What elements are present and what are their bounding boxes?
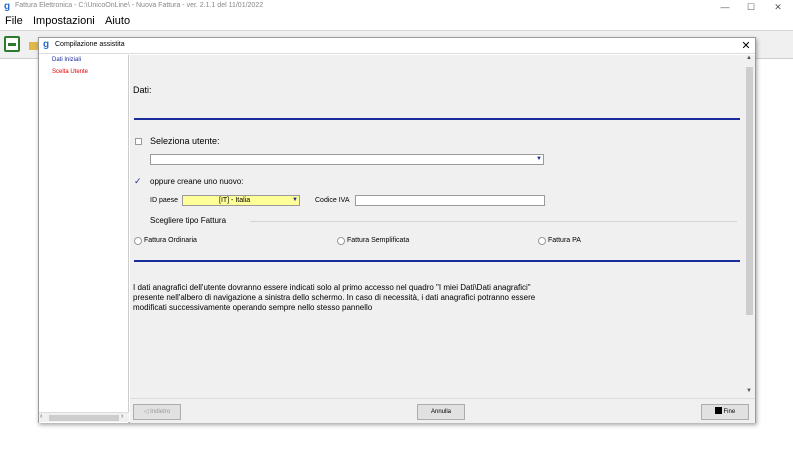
chevron-down-icon[interactable]: ▼ — [292, 197, 298, 203]
dialog-logo-icon: g — [43, 39, 50, 50]
menubar: File Impostazioni Aiuto — [0, 14, 793, 31]
menu-impostazioni[interactable]: Impostazioni — [33, 15, 95, 27]
assisted-compilation-dialog: g Compilazione assistita ✕ Dati Iniziali… — [38, 37, 756, 423]
new-document-icon[interactable] — [4, 36, 20, 52]
radio-fattura-pa[interactable] — [538, 237, 546, 245]
radio-fattura-ordinaria[interactable] — [134, 237, 142, 245]
info-text: I dati anagrafici dell'utente dovranno e… — [133, 283, 739, 313]
user-combo[interactable]: ▼ — [150, 154, 544, 165]
nav-horizontal-scrollbar[interactable]: ‹ › — [39, 412, 129, 422]
info-divider — [134, 260, 740, 262]
wizard-footer: ◁ Indietro Annulla Fine — [130, 398, 755, 423]
back-label: Indietro — [150, 409, 171, 415]
section-divider — [134, 118, 740, 120]
scroll-left-icon[interactable]: ‹ — [40, 413, 42, 420]
info-line: I dati anagrafici dell'utente dovranno e… — [133, 283, 531, 292]
window-titlebar: g Fattura Elettronica - C:\UnicoOnLine\ … — [0, 0, 793, 14]
id-paese-label: ID paese — [150, 197, 179, 204]
radio-fattura-semplificata-label[interactable]: Fattura Semplificata — [347, 237, 409, 244]
dialog-close-button[interactable]: ✕ — [739, 38, 753, 54]
wizard-content: Dati: Seleziona utente: ▼ ✓ oppure crean… — [130, 55, 755, 398]
codice-iva-label: Codice IVA — [315, 197, 350, 204]
create-new-label: oppure creane uno nuovo: — [150, 177, 244, 186]
tipo-fattura-divider — [250, 221, 737, 222]
menu-file[interactable]: File — [5, 15, 23, 27]
nav-item-scelta-utente[interactable]: Scelta Utente — [52, 69, 88, 75]
scroll-down-icon[interactable]: ▼ — [746, 388, 752, 394]
id-paese-combo[interactable]: [IT] - Italia ▼ — [182, 195, 300, 206]
content-vertical-scrollbar[interactable]: ▲ ▼ — [744, 55, 755, 398]
dialog-titlebar: g Compilazione assistita ✕ — [39, 38, 755, 54]
minimize-button[interactable]: — — [714, 0, 736, 14]
scroll-up-icon[interactable]: ▲ — [746, 55, 752, 61]
back-button[interactable]: ◁ Indietro — [133, 404, 181, 420]
content-scroll-thumb[interactable] — [746, 67, 753, 315]
radio-fattura-pa-label[interactable]: Fattura PA — [548, 237, 581, 244]
chevron-down-icon[interactable]: ▼ — [536, 156, 542, 162]
wizard-nav: Dati Iniziali Scelta Utente ‹ › — [39, 55, 129, 423]
id-paese-value: [IT] - Italia — [219, 197, 251, 204]
finish-label: Fine — [723, 409, 736, 415]
nav-scroll-thumb[interactable] — [49, 415, 119, 421]
app-logo-icon: g — [4, 1, 11, 12]
cancel-button[interactable]: Annulla — [417, 404, 465, 420]
select-user-checkbox[interactable] — [135, 138, 142, 145]
section-title: Dati: — [133, 85, 152, 95]
scroll-right-icon[interactable]: › — [121, 413, 123, 420]
window-title: Fattura Elettronica - C:\UnicoOnLine\ - … — [15, 2, 264, 9]
menu-aiuto[interactable]: Aiuto — [105, 15, 130, 27]
radio-fattura-semplificata[interactable] — [337, 237, 345, 245]
tipo-fattura-label: Scegliere tipo Fattura — [150, 216, 227, 225]
finish-button[interactable]: Fine — [701, 404, 749, 420]
info-line: modificati successivamente operando semp… — [133, 303, 373, 312]
close-window-button[interactable]: ✕ — [767, 0, 789, 14]
info-line: presente nell'albero di navigazione a si… — [133, 293, 536, 302]
select-user-label: Seleziona utente: — [150, 136, 220, 146]
maximize-button[interactable]: ☐ — [740, 0, 762, 14]
radio-fattura-ordinaria-label[interactable]: Fattura Ordinaria — [144, 237, 197, 244]
finish-icon — [714, 407, 722, 414]
codice-iva-input[interactable] — [355, 195, 545, 206]
check-icon[interactable]: ✓ — [134, 176, 142, 187]
dialog-title: Compilazione assistita — [55, 41, 125, 48]
nav-item-dati-iniziali[interactable]: Dati Iniziali — [52, 57, 81, 63]
